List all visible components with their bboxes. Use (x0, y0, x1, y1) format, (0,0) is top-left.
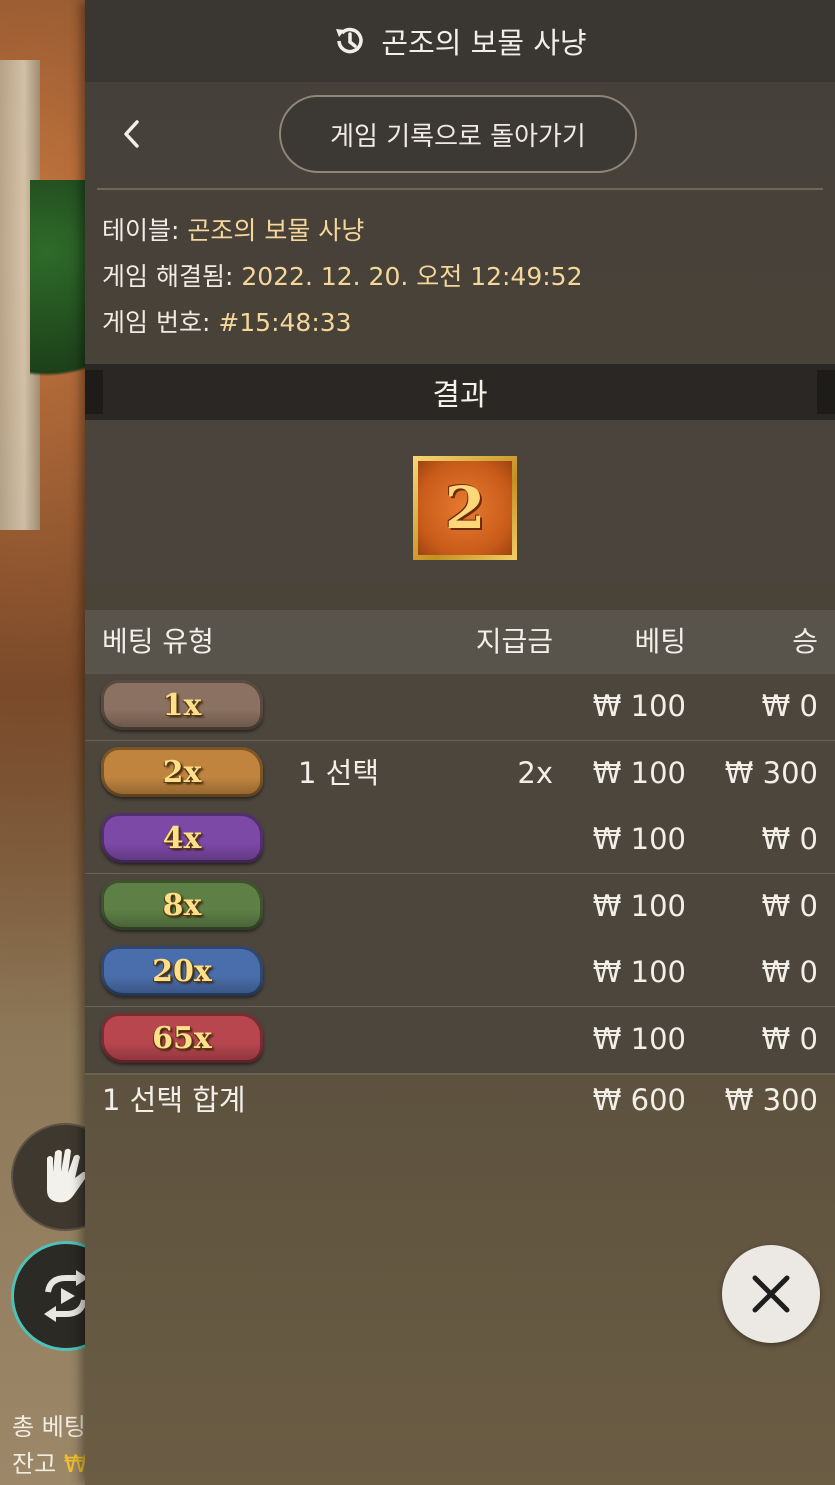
bet-cell: ₩ 100 (592, 955, 686, 989)
multiplier-badge: 4x (101, 813, 263, 863)
game-number-info: 게임 번호: #15:48:33 (102, 302, 582, 348)
bet-row: 1x ₩ 100 ₩ 0 (85, 674, 835, 742)
win-cell: ₩ 300 (724, 756, 818, 790)
header-payout: 지급금 (475, 625, 553, 658)
bet-cell: ₩ 100 (592, 822, 686, 856)
divider (97, 188, 823, 190)
result-tile-face: 2 (418, 461, 512, 555)
total-win: ₩ 300 (724, 1083, 818, 1117)
panel-header: 곤조의 보물 사냥 (85, 0, 835, 82)
balance-currency: ₩ (63, 1450, 88, 1478)
bet-cell: ₩ 100 (592, 1022, 686, 1056)
jungle-leaves (30, 180, 85, 420)
history-panel: 곤조의 보물 사냥 게임 기록으로 돌아가기 테이블: 곤조의 보물 사냥 게임… (85, 0, 835, 1485)
total-bet-label: 총 베팅 (12, 1413, 86, 1441)
bet-cell: ₩ 100 (592, 756, 686, 790)
win-cell: ₩ 0 (761, 1022, 818, 1056)
game-number-label: 게임 번호: (102, 308, 219, 337)
resolved-label: 게임 해결됨: (102, 262, 242, 291)
history-icon (336, 27, 364, 54)
table-value: 곤조의 보물 사냥 (187, 216, 365, 245)
header-win: 승 (792, 625, 818, 658)
bet-row: 20x ₩ 100 ₩ 0 (85, 940, 835, 1008)
bet-table-header: 베팅 유형 지급금 베팅 승 (85, 610, 835, 674)
total-row: 1 선택 합계 ₩ 600 ₩ 300 (85, 1074, 835, 1130)
close-button[interactable] (722, 1245, 820, 1343)
table-label: 테이블: (102, 216, 188, 245)
game-number-value: #15:48:33 (218, 308, 352, 337)
resolved-value: 2022. 12. 20. 오전 12:49:52 (241, 262, 583, 291)
return-to-history-button[interactable]: 게임 기록으로 돌아가기 (279, 95, 637, 173)
back-button[interactable] (115, 114, 151, 154)
header-bet-type: 베팅 유형 (102, 625, 214, 658)
balance-label-text: 잔고 (12, 1450, 57, 1478)
multiplier-badge: 8x (101, 880, 263, 930)
win-cell: ₩ 0 (761, 955, 818, 989)
header-bet: 베팅 (634, 625, 686, 658)
game-info: 테이블: 곤조의 보물 사냥 게임 해결됨: 2022. 12. 20. 오전 … (102, 210, 582, 348)
bet-cell: ₩ 100 (592, 889, 686, 923)
multiplier-badge: 1x (101, 680, 263, 730)
chevron-left-icon (124, 120, 139, 148)
win-cell: ₩ 0 (761, 822, 818, 856)
table-info: 테이블: 곤조의 보물 사냥 (102, 210, 582, 256)
multiplier-badge: 20x (101, 946, 263, 996)
result-area: 2 (85, 420, 835, 584)
multiplier-badge: 2x (101, 747, 263, 797)
panel-title: 곤조의 보물 사냥 (381, 26, 587, 60)
total-label: 1 선택 합계 (102, 1083, 246, 1117)
result-number: 2 (444, 474, 486, 542)
close-icon (752, 1275, 790, 1313)
bet-row: 8x ₩ 100 ₩ 0 (85, 874, 835, 942)
win-cell: ₩ 0 (761, 889, 818, 923)
result-title: 결과 (85, 364, 835, 420)
win-cell: ₩ 0 (761, 689, 818, 723)
bet-cell: ₩ 100 (592, 689, 686, 723)
total-bet: ₩ 600 (592, 1083, 686, 1117)
result-tile: 2 (413, 456, 517, 560)
multiplier-badge: 65x (101, 1013, 263, 1063)
balance-label: 잔고 ₩ (12, 1444, 88, 1479)
bet-row: 65x ₩ 100 ₩ 0 (85, 1007, 835, 1075)
selection-cell: 1 선택 (298, 756, 380, 790)
bet-row: 4x ₩ 100 ₩ 0 (85, 807, 835, 875)
bet-row: 2x 1 선택 2x ₩ 100 ₩ 300 (85, 741, 835, 809)
payout-cell: 2x (517, 756, 553, 790)
nav-row: 게임 기록으로 돌아가기 (85, 82, 835, 188)
resolved-info: 게임 해결됨: 2022. 12. 20. 오전 12:49:52 (102, 256, 582, 302)
